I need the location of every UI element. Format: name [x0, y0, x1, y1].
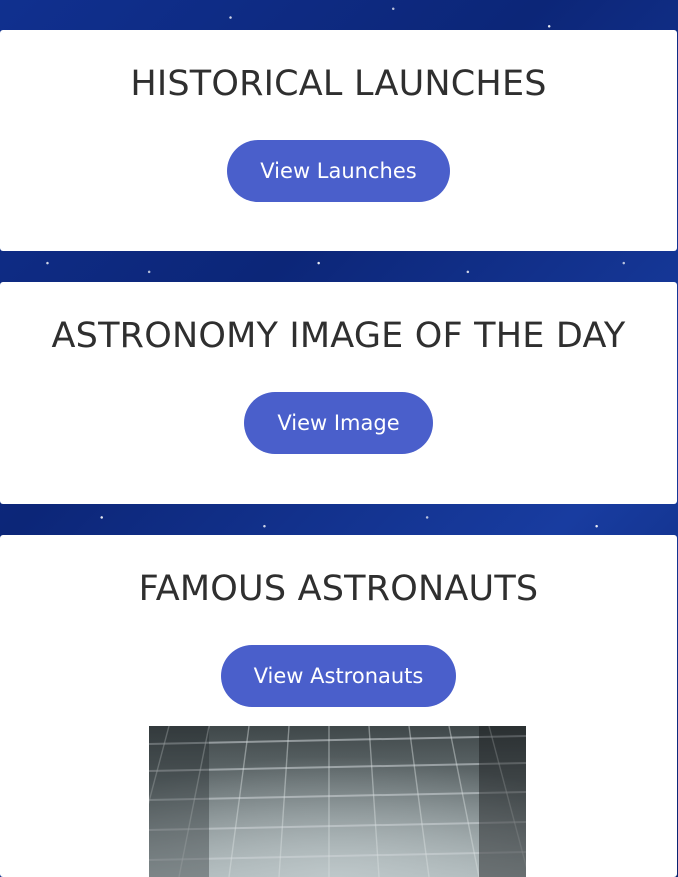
- historical-launches-card: HISTORICAL LAUNCHES View Launches: [0, 30, 677, 251]
- hangar-ceiling-illustration: [149, 726, 526, 877]
- astronomy-image-title: ASTRONOMY IMAGE OF THE DAY: [51, 316, 626, 356]
- view-image-button[interactable]: View Image: [244, 392, 433, 454]
- famous-astronauts-card: FAMOUS ASTRONAUTS View Astronauts: [0, 535, 677, 877]
- historical-launches-title: HISTORICAL LAUNCHES: [130, 64, 547, 104]
- famous-astronauts-title: FAMOUS ASTRONAUTS: [138, 569, 539, 609]
- astronomy-image-card: ASTRONOMY IMAGE OF THE DAY View Image: [0, 282, 677, 504]
- view-launches-button[interactable]: View Launches: [227, 140, 450, 202]
- view-astronauts-button[interactable]: View Astronauts: [220, 645, 457, 707]
- hangar-image: [149, 726, 526, 877]
